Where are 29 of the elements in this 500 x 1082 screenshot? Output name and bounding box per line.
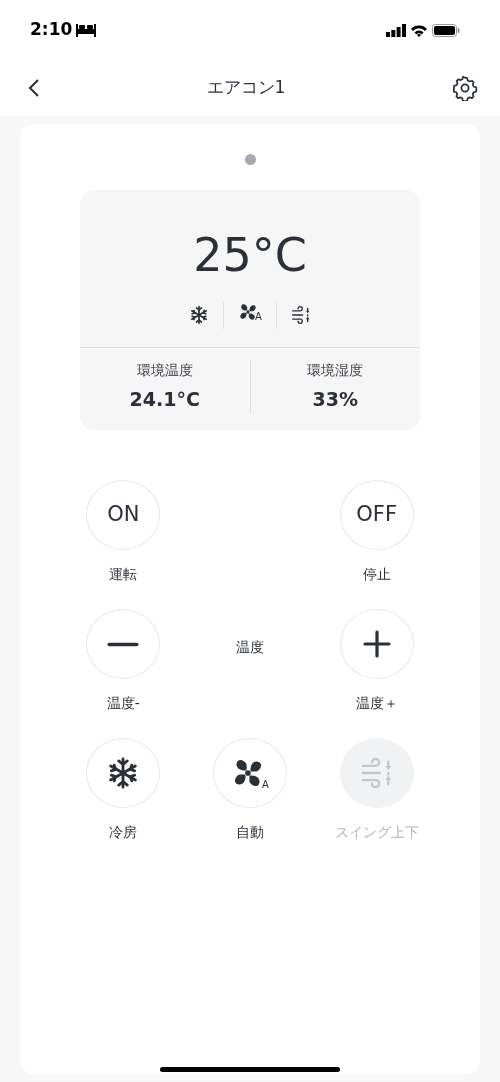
battery-icon (432, 23, 460, 37)
clock: 2:10 (30, 18, 73, 42)
button-label: 温度＋ (355, 694, 398, 713)
snowflake-icon (189, 304, 210, 325)
reading-value: 24.1°C (129, 387, 200, 412)
power-button[interactable]: OFF (339, 480, 414, 550)
section-label: 温度 (236, 638, 264, 657)
signal-icon (386, 23, 406, 37)
button-label: 自動 (236, 823, 264, 842)
button-label: スイング上下 (334, 823, 419, 842)
power-button[interactable]: ON (86, 480, 161, 550)
reading-label: 環境温度 (136, 361, 193, 380)
page-title: エアコン1 (206, 76, 286, 100)
bed-icon (76, 23, 97, 37)
set-temperature: 25°C (193, 232, 307, 278)
button-label: 冷房 (109, 823, 138, 842)
airflow-icon (290, 304, 311, 325)
button-label: 停止 (362, 565, 391, 584)
back-icon[interactable] (28, 78, 40, 98)
page-indicator-dot (244, 154, 256, 165)
reading-label: 環境湿度 (307, 361, 364, 380)
button-label: 運転 (109, 565, 138, 584)
reading-value: 33% (312, 387, 358, 412)
airflow-icon (359, 756, 394, 790)
button-label: 温度- (106, 694, 140, 713)
settings-icon[interactable] (452, 75, 478, 101)
minus-icon (107, 641, 140, 647)
wifi-icon (410, 23, 428, 37)
control-button[interactable]: A (213, 738, 287, 808)
